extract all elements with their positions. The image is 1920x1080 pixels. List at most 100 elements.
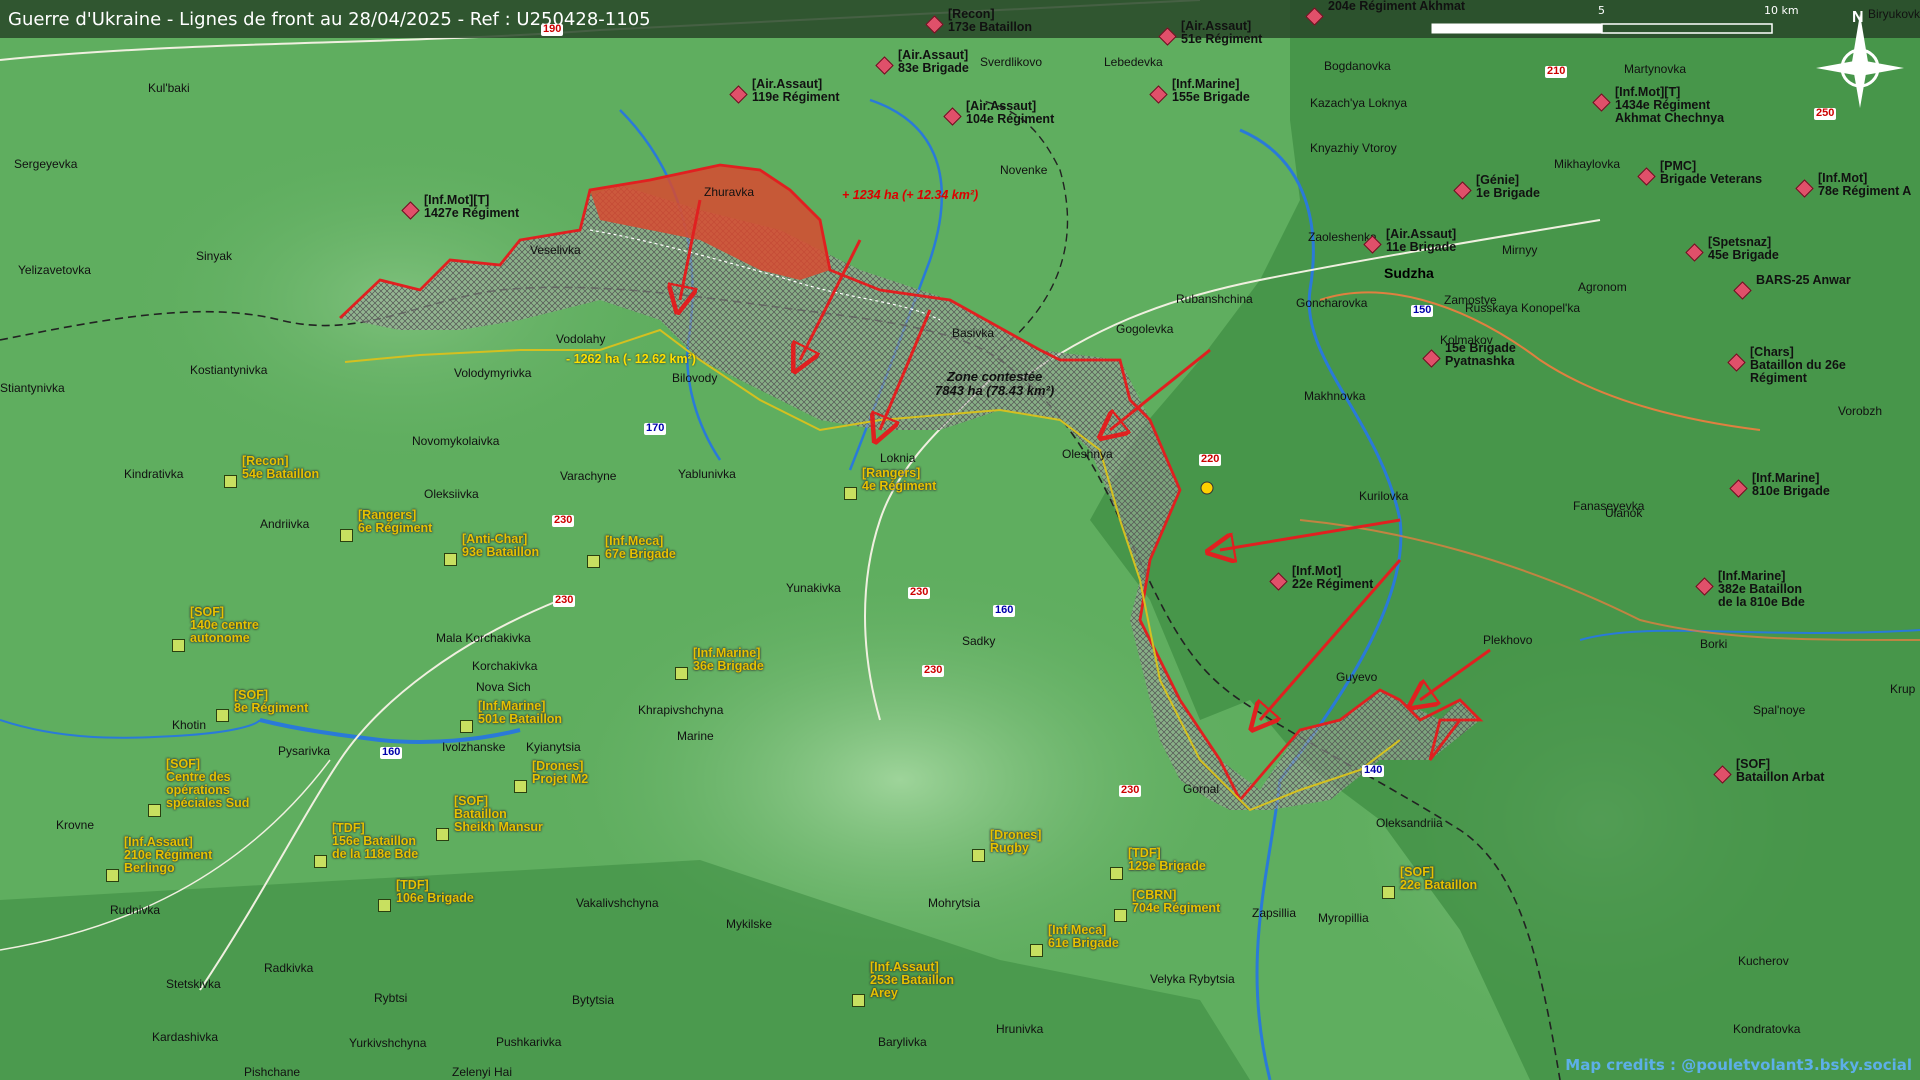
place-label: Martynovka [1624, 62, 1687, 76]
place-label: Vakalivshchyna [576, 896, 659, 910]
ukrainian-unit-label[interactable]: [Anti-Char] 93e Bataillon [462, 532, 539, 559]
russian-unit-label[interactable]: [Inf.Marine] 810e Brigade [1752, 471, 1830, 498]
russian-unit-label[interactable]: 15e Brigade Pyatnashka [1445, 341, 1516, 368]
ukrainian-unit-label[interactable]: [Rangers] 4e Régiment [862, 466, 936, 493]
place-label: Vorobzh [1838, 404, 1883, 418]
place-label: Ulanok [1605, 506, 1643, 520]
unit-label-line: 6e Régiment [358, 521, 433, 536]
ukrainian-unit-label[interactable]: [CBRN] 704e Régiment [1132, 888, 1221, 916]
place-label: Barylivka [878, 1035, 927, 1049]
russian-unit-label[interactable]: [Spetsnaz] 45e Brigade [1708, 235, 1779, 262]
place-label: Velyka Rybytsia [1150, 972, 1235, 986]
ukrainian-unit-label[interactable]: [SOF] 8e Régiment [234, 688, 309, 716]
ukrainian-unit-label[interactable]: [Inf.Marine] 501e Bataillon [478, 699, 562, 726]
place-label: Pushkarivka [496, 1035, 562, 1049]
gain-annotation: + 1234 ha (+ 12.34 km²) [842, 188, 979, 202]
russian-unit-label[interactable]: [Inf.Mot] 78e Régiment A [1818, 171, 1911, 198]
russian-unit-label[interactable]: [SOF] Bataillon Arbat [1736, 757, 1824, 784]
place-label: Lebedevka [1104, 55, 1163, 69]
russian-unit-label[interactable]: BARS-25 Anwar [1756, 273, 1851, 287]
ukrainian-unit-label[interactable]: [Inf.Assaut] 253e Bataillon Arey [870, 960, 954, 1000]
unit-label-line: 54e Bataillon [242, 467, 320, 482]
russian-unit-label[interactable]: [Inf.Mot] 22e Régiment [1292, 564, 1373, 591]
place-label: Sadky [962, 634, 996, 648]
russian-unit-label[interactable]: [Air.Assaut] 11e Brigade [1386, 227, 1456, 254]
place-label: Veselivka [530, 243, 581, 257]
ukrainian-unit-label[interactable]: [TDF] 106e Brigade [396, 878, 474, 905]
place-label: Kul'baki [148, 81, 190, 95]
unit-label-line: 36e Brigade [693, 659, 764, 674]
map-credits[interactable]: Map credits : @pouletvolant3.bsky.social [1565, 1056, 1912, 1074]
russian-unit-label[interactable]: [Inf.Marine] 382e Bataillon de la 810e Bde [1718, 569, 1805, 609]
russian-unit-label[interactable]: [Génie] 1e Brigade [1476, 173, 1540, 200]
ukrainian-unit-label[interactable]: [Inf.Meca] 61e Brigade [1048, 923, 1119, 951]
place-label: Zapsillia [1252, 906, 1297, 920]
unit-label-line: 204e Régiment Akhmat [1328, 0, 1466, 13]
place-label: Krup [1890, 682, 1916, 696]
unit-label-line: 51e Régiment [1181, 32, 1263, 47]
russian-unit-label[interactable]: [Air.Assaut] 119e Régiment [752, 77, 840, 104]
ukrainian-unit-square-icon [378, 899, 391, 912]
place-label: Rudnivka [110, 903, 161, 917]
russian-unit-label[interactable]: [Inf.Mot][T] 1434e Régiment Akhmat Chechny… [1615, 85, 1725, 126]
ukrainian-unit-label[interactable]: [SOF] 22e Bataillon [1400, 865, 1477, 892]
place-label: Gogolevka [1116, 322, 1174, 336]
place-label: Mala Korchakivka [436, 631, 531, 645]
road-number: 220 [1199, 453, 1222, 466]
ukrainian-unit-label[interactable]: [SOF] Bataillon Sheikh Mansur [454, 794, 543, 834]
russian-unit-label[interactable]: [Air.Assaut] 104e Régiment [966, 99, 1054, 126]
ukrainian-unit-label[interactable]: [Inf.Meca] 67e Brigade [605, 534, 676, 562]
ukrainian-unit-label[interactable]: [TDF] 156e Bataillon de la 118e Bde [332, 821, 418, 861]
place-label: Kazach'ya Loknya [1310, 96, 1408, 110]
russian-unit-label[interactable]: [Inf.Mot][T] 1427e Régiment [424, 193, 519, 220]
scale-bar [1431, 23, 1773, 34]
map-base [0, 0, 1920, 1080]
russian-unit-label[interactable]: [PMC] Brigade Veterans [1660, 159, 1762, 186]
place-label: Mohrytsia [928, 896, 981, 910]
unit-label-line: 67e Brigade [605, 547, 676, 562]
unit-label-line: 8e Régiment [234, 701, 309, 716]
place-label: Stetskivka [166, 977, 221, 991]
unit-label-line: Rugby [990, 841, 1029, 856]
place-label: Khrapivshchyna [638, 703, 724, 717]
unit-label-line: 704e Régiment [1132, 901, 1221, 916]
place-label: Gornal [1183, 782, 1220, 796]
place-label: Oleksandriia [1376, 816, 1443, 830]
ukrainian-unit-label[interactable]: [TDF] 129e Brigade [1128, 846, 1206, 873]
place-label: Rybtsi [374, 991, 408, 1005]
ukrainian-unit-label[interactable]: [Recon] 54e Bataillon [242, 454, 320, 482]
place-label: Mykilske [726, 917, 773, 931]
ukrainian-unit-label[interactable]: [SOF] 140e centre autonome [190, 605, 259, 645]
north-label: N [1852, 9, 1864, 26]
place-label: Andriivka [260, 517, 310, 531]
ukrainian-unit-label[interactable]: [Drones] Rugby [990, 828, 1041, 856]
ukrainian-unit-square-icon [216, 709, 229, 722]
place-label: Myropillia [1318, 911, 1369, 925]
ukrainian-unit-label[interactable]: [Inf.Assaut] 210e Régiment Berlingo [124, 835, 212, 875]
ukrainian-unit-label[interactable]: [Drones] Projet M2 [532, 759, 588, 786]
russian-unit-label[interactable]: [Air.Assaut] 83e Brigade [898, 48, 969, 76]
road-number: 230 [1119, 784, 1142, 797]
ukrainian-unit-square-icon [1110, 867, 1123, 880]
place-label: Bogdanovka [1324, 59, 1391, 73]
place-label: Kyianytsia [526, 740, 581, 754]
scale-label-5: 5 [1598, 4, 1605, 17]
place-label: Kostiantynivka [190, 363, 268, 377]
russian-unit-label[interactable]: [Recon] 173e Bataillon [948, 7, 1032, 34]
ukrainian-unit-label[interactable]: [Inf.Marine] 36e Brigade [693, 646, 764, 674]
ukrainian-unit-label[interactable]: [Rangers] 6e Régiment [358, 508, 433, 536]
place-label: Sudzha [1384, 265, 1434, 281]
unit-label-line: 61e Brigade [1048, 936, 1119, 951]
ukrainian-unit-square-icon [340, 529, 353, 542]
russian-unit-label[interactable]: [Chars] Bataillon du 26e Régiment [1750, 345, 1846, 385]
zone-area: 7843 ha (78.43 km²) [935, 382, 1055, 398]
place-label: Knyazhiy Vtoroy [1310, 141, 1397, 155]
road-number: 230 [922, 664, 945, 677]
russian-unit-label[interactable]: [Air.Assaut] 51e Régiment [1181, 19, 1263, 47]
unit-label-line: 83e Brigade [898, 61, 969, 76]
map-canvas[interactable]: Guerre d'Ukraine - Lignes de front au 28… [0, 0, 1920, 1080]
russian-unit-label[interactable]: 204e Régiment Akhmat [1328, 0, 1465, 13]
russian-unit-label[interactable]: [Inf.Marine] 155e Brigade [1172, 77, 1250, 104]
unit-label-line: Akhmat Chechnya [1615, 111, 1725, 126]
ukrainian-unit-label[interactable]: [SOF] Centre des opérations spéciales Sud [166, 757, 249, 811]
